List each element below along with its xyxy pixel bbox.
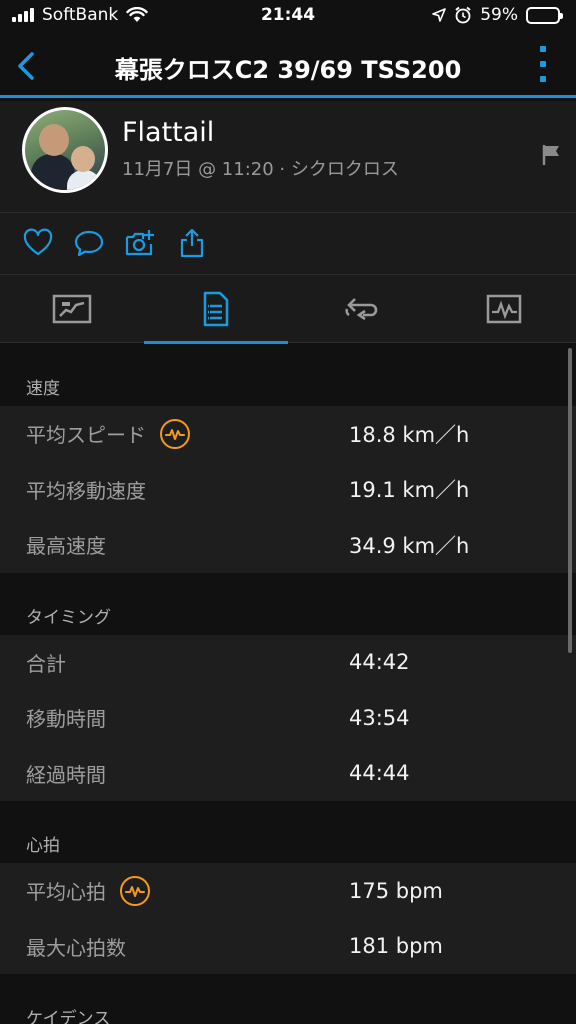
stat-label-text: 平均スピード [26, 423, 146, 448]
laps-loop-icon [345, 298, 378, 321]
stat-label: 最高速度 [26, 530, 106, 559]
like-heart-icon[interactable] [22, 227, 54, 259]
stat-value: 181 bpm [349, 934, 443, 959]
section-header: 速度 [0, 344, 576, 406]
stat-value: 44:42 [349, 650, 410, 675]
tab-charts[interactable] [432, 275, 576, 343]
stat-row: 平均スピード 18.8 km／h [0, 406, 576, 462]
back-chevron-icon[interactable] [8, 46, 48, 86]
tab-laps[interactable] [288, 275, 432, 343]
stat-value: 34.9 km／h [349, 533, 470, 558]
stat-row: 最大心拍数 181 bpm [0, 918, 576, 974]
activity-meta: 11月7日 @ 11:20 · シクロクロス [122, 159, 399, 180]
activity-owner: Flattail 11月7日 @ 11:20 · シクロクロス [0, 101, 576, 213]
scrollbar[interactable] [568, 348, 572, 653]
stat-label-text: 経過時間 [26, 762, 106, 787]
comment-icon[interactable] [73, 227, 105, 259]
stats-document-icon [203, 291, 229, 327]
activity-tabs [0, 275, 576, 344]
stat-row: 経過時間 44:44 [0, 745, 576, 801]
status-bar: SoftBank 21:44 59% [0, 0, 576, 32]
stat-row: 合計 44:42 [0, 634, 576, 690]
stat-label-text: 最大心拍数 [26, 935, 126, 960]
stat-row: 平均移動速度 19.1 km／h [0, 461, 576, 517]
add-photo-icon[interactable] [124, 227, 156, 259]
stat-label-text: 移動時間 [26, 707, 106, 732]
chart-pulse-icon [486, 294, 522, 324]
section-header: タイミング [0, 572, 576, 635]
stat-value: 18.8 km／h [349, 422, 470, 447]
stat-label: 平均心拍 [26, 875, 150, 906]
stat-label-text: 最高速度 [26, 534, 106, 559]
stat-label-text: 平均移動速度 [26, 478, 146, 503]
stat-row: 平均心拍 175 bpm [0, 863, 576, 919]
page-title: 幕張クロスC2 39/69 TSS200 [114, 56, 462, 84]
action-bar [0, 213, 576, 275]
user-name[interactable]: Flattail [122, 117, 214, 148]
stat-value: 175 bpm [349, 878, 443, 903]
avatar[interactable] [22, 107, 108, 193]
stat-value: 43:54 [349, 705, 410, 730]
stat-label: 合計 [26, 648, 66, 677]
stat-label: 平均スピード [26, 418, 190, 449]
tab-stats[interactable] [144, 275, 288, 344]
stat-row: 最高速度 34.9 km／h [0, 517, 576, 573]
stat-value: 19.1 km／h [349, 478, 470, 503]
stat-value: 44:44 [349, 761, 410, 786]
stat-label: 移動時間 [26, 703, 106, 732]
location-arrow-icon [432, 8, 447, 22]
stat-row: 移動時間 43:54 [0, 690, 576, 746]
battery-icon [526, 6, 563, 24]
more-options-icon[interactable] [536, 46, 550, 82]
section-header: ケイデンス [0, 974, 576, 1024]
stats-list[interactable]: 速度平均スピード 18.8 km／h 平均移動速度 19.1 km／h 最高速度 34.9… [0, 344, 576, 1024]
stat-label: 平均移動速度 [26, 475, 146, 504]
stat-label: 経過時間 [26, 759, 106, 788]
map-icon [52, 294, 92, 324]
stat-label-text: 平均心拍 [26, 880, 106, 905]
alarm-clock-icon [455, 6, 471, 24]
tab-map[interactable] [0, 275, 144, 343]
stat-label: 最大心拍数 [26, 932, 126, 961]
nav-bar: 幕張クロスC2 39/69 TSS200 [0, 32, 576, 98]
battery-percent: 59% [480, 5, 518, 25]
performance-badge-icon[interactable] [120, 875, 150, 906]
performance-badge-icon[interactable] [160, 418, 190, 449]
stats-sections: 速度平均スピード 18.8 km／h 平均移動速度 19.1 km／h 最高速度 34.9… [0, 344, 576, 1024]
status-right: 59% [432, 5, 563, 25]
stat-label-text: 合計 [26, 651, 66, 676]
flag-icon[interactable] [540, 143, 564, 167]
section-header: 心拍 [0, 801, 576, 863]
share-icon[interactable] [176, 227, 208, 259]
